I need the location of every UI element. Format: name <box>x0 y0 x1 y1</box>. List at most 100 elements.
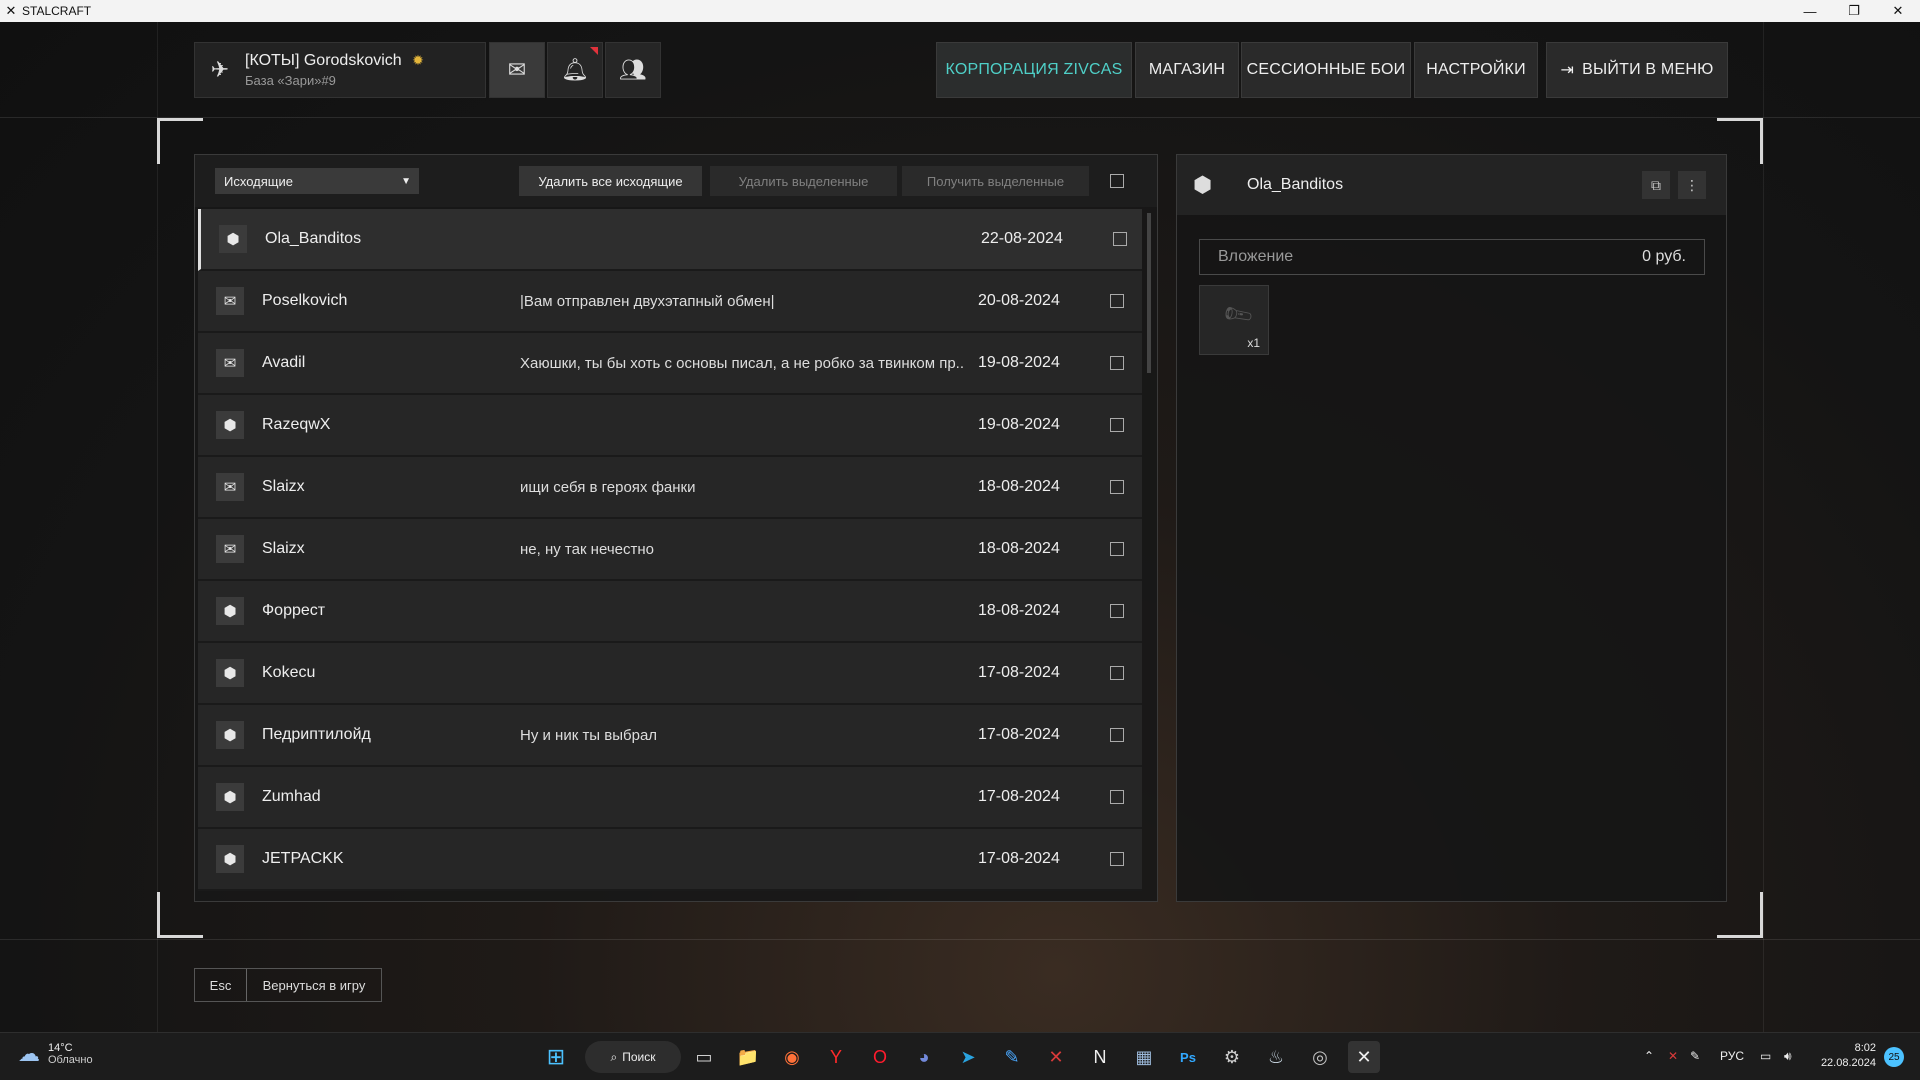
cloud-icon: ☁ <box>18 1041 40 1066</box>
nav-session-battles[interactable]: СЕССИОННЫЕ БОИ <box>1241 42 1411 98</box>
mail-date: 18-08-2024 <box>978 478 1060 495</box>
photoshop-icon[interactable]: Ps <box>1172 1041 1204 1073</box>
tray-stalcraft-icon[interactable]: ✕ <box>1668 1049 1678 1063</box>
minimize-button[interactable]: — <box>1788 0 1832 22</box>
detail-header: ⬢ Ola_Banditos ⧉ ⋮ <box>1177 155 1726 215</box>
mail-subject: не, ну так нечестно <box>520 540 654 558</box>
notifications-button[interactable]: 🔔︎ <box>547 42 603 98</box>
delete-all-outgoing-button[interactable]: Удалить все исходящие <box>519 166 702 196</box>
mail-row[interactable]: ✉ Slaizx не, ну так нечестно 18-08-2024 <box>198 519 1142 581</box>
clock-date: 22.08.2024 <box>1820 1057 1876 1069</box>
item-icon: 🔦︎ <box>1219 296 1257 333</box>
mail-subject: ищи себя в героях фанки <box>520 478 696 496</box>
discord-icon[interactable]: ◕ <box>908 1041 940 1073</box>
exit-menu-button[interactable]: ⇥ ВЫЙТИ В МЕНЮ <box>1546 42 1728 98</box>
package-icon: ⬢ <box>216 721 244 749</box>
notification-indicator <box>590 47 598 55</box>
notion-icon[interactable]: N <box>1084 1041 1116 1073</box>
mail-row-checkbox[interactable] <box>1110 666 1124 680</box>
attachment-bar: Вложение 0 руб. <box>1199 239 1705 275</box>
folder-select[interactable]: Исходящие ▼ <box>215 168 419 194</box>
maximize-button[interactable]: ❐ <box>1832 0 1876 22</box>
mail-row-checkbox[interactable] <box>1110 542 1124 556</box>
mail-detail-panel: ⬢ Ola_Banditos ⧉ ⋮ Вложение 0 руб. 🔦︎ x1 <box>1176 154 1727 902</box>
nav-settings[interactable]: НАСТРОЙКИ <box>1414 42 1538 98</box>
network-icon[interactable]: ▭ <box>1760 1049 1771 1063</box>
nav-shop[interactable]: МАГАЗИН <box>1135 42 1239 98</box>
image-viewer-icon[interactable]: ▦ <box>1128 1041 1160 1073</box>
mail-date: 17-08-2024 <box>978 664 1060 681</box>
profile-card[interactable]: ✈ [КОТЫ] Gorodskovich ✹ База «Зари»#9 <box>194 42 486 98</box>
package-icon: ⬢ <box>1193 172 1213 197</box>
attachment-item-slot[interactable]: 🔦︎ x1 <box>1199 285 1269 355</box>
volume-icon[interactable]: 🔊︎ <box>1784 1049 1792 1064</box>
mail-row-checkbox[interactable] <box>1110 480 1124 494</box>
settings-icon[interactable]: ⚙ <box>1216 1041 1248 1073</box>
opera-icon[interactable]: O <box>864 1041 896 1073</box>
firefox-icon[interactable]: ◉ <box>776 1041 808 1073</box>
weather-condition: Облачно <box>48 1054 93 1066</box>
mail-toolbar: Исходящие ▼ Удалить все исходящие Удалит… <box>195 155 1157 207</box>
taskbar-search[interactable]: ⌕ Поиск <box>585 1041 681 1073</box>
external-link-icon: ⧉ <box>1651 176 1661 193</box>
start-button[interactable]: ⊞ <box>540 1041 572 1073</box>
mail-row-checkbox[interactable] <box>1110 604 1124 618</box>
friends-button[interactable]: 👥︎ <box>605 42 661 98</box>
rank-badge-icon: ✹ <box>412 52 424 68</box>
feather-app-icon[interactable]: ✎ <box>996 1041 1028 1073</box>
mail-row[interactable]: ⬢ Zumhad 17-08-2024 <box>198 767 1142 829</box>
package-icon: ⬢ <box>216 783 244 811</box>
mail-sender: Педриптилойд <box>262 726 371 743</box>
close-button[interactable]: ✕ <box>1876 0 1920 22</box>
weather-widget[interactable]: ☁ 14°C Облачно <box>18 1041 93 1067</box>
nav-corporation[interactable]: КОРПОРАЦИЯ ZIVCAS <box>936 42 1132 98</box>
mail-row-checkbox[interactable] <box>1110 356 1124 370</box>
mail-sender: Ola_Banditos <box>265 230 362 247</box>
mail-row[interactable]: ✉ Avadil Хаюшки, ты бы хоть с основы писал… <box>198 333 1142 395</box>
mail-row-checkbox[interactable] <box>1110 852 1124 866</box>
steam-icon[interactable]: ♨ <box>1260 1041 1292 1073</box>
more-options-button[interactable]: ⋮ <box>1678 171 1706 199</box>
mail-rows: ⬢ Ola_Banditos 22-08-2024 ✉ Poselkovich |Вам … <box>198 209 1142 891</box>
package-icon: ⬢ <box>216 597 244 625</box>
file-explorer-icon[interactable]: 📁 <box>732 1041 764 1073</box>
profile-name: [КОТЫ] Gorodskovich <box>245 52 402 69</box>
delete-selected-button[interactable]: Удалить выделенные <box>710 166 897 196</box>
mail-row[interactable]: ⬢ Форрест 18-08-2024 <box>198 581 1142 643</box>
mail-row-checkbox[interactable] <box>1110 418 1124 432</box>
clan-logo-icon: ✈ <box>210 57 230 82</box>
windows-icon: ⊞ <box>546 1044 566 1069</box>
mail-button[interactable]: ✉ <box>489 42 545 98</box>
game-area: ✈ [КОТЫ] Gorodskovich ✹ База «Зари»#9 ✉ … <box>0 22 1920 1032</box>
mail-row-checkbox[interactable] <box>1113 232 1127 246</box>
stalcraft-launcher-icon[interactable]: ✕ <box>1040 1041 1072 1073</box>
mail-row[interactable]: ✉ Poselkovich |Вам отправлен двухэтапный о… <box>198 271 1142 333</box>
mail-row-checkbox[interactable] <box>1110 294 1124 308</box>
scrollbar[interactable] <box>1147 213 1151 373</box>
telegram-icon[interactable]: ➤ <box>952 1041 984 1073</box>
mail-row[interactable]: ⬢ Ola_Banditos 22-08-2024 <box>198 209 1142 271</box>
mail-row[interactable]: ⬢ Педриптилойд Ну и ник ты выбрал 17-08-202… <box>198 705 1142 767</box>
return-to-game-button[interactable]: Esc Вернуться в игру <box>194 968 382 1002</box>
mail-date: 17-08-2024 <box>978 850 1060 867</box>
mail-row[interactable]: ✉ Slaizx ищи себя в героях фанки 18-08-2024 <box>198 457 1142 519</box>
task-view-icon[interactable]: ▭ <box>688 1041 720 1073</box>
stalcraft-game-icon[interactable]: ✕ <box>1348 1041 1380 1073</box>
mail-date: 18-08-2024 <box>978 540 1060 557</box>
mail-sender: Zumhad <box>262 788 321 805</box>
language-indicator[interactable]: РУС <box>1720 1049 1744 1063</box>
notification-count-badge[interactable]: 25 <box>1884 1047 1904 1067</box>
tray-overflow-icon[interactable]: ⌃ <box>1644 1049 1654 1063</box>
tray-feather-icon[interactable]: ✎ <box>1690 1049 1700 1063</box>
receive-selected-button[interactable]: Получить выделенные <box>902 166 1089 196</box>
obs-icon[interactable]: ◎ <box>1304 1041 1336 1073</box>
taskbar-clock[interactable]: 8:02 22.08.2024 <box>1816 1041 1876 1071</box>
mail-row[interactable]: ⬢ RazeqwX 19-08-2024 <box>198 395 1142 457</box>
select-all-checkbox[interactable] <box>1110 174 1124 188</box>
mail-row[interactable]: ⬢ Kokecu 17-08-2024 <box>198 643 1142 705</box>
mail-row-checkbox[interactable] <box>1110 790 1124 804</box>
mail-row[interactable]: ⬢ JETPACKK 17-08-2024 <box>198 829 1142 891</box>
yandex-browser-icon[interactable]: Y <box>820 1041 852 1073</box>
open-external-button[interactable]: ⧉ <box>1642 171 1670 199</box>
mail-row-checkbox[interactable] <box>1110 728 1124 742</box>
